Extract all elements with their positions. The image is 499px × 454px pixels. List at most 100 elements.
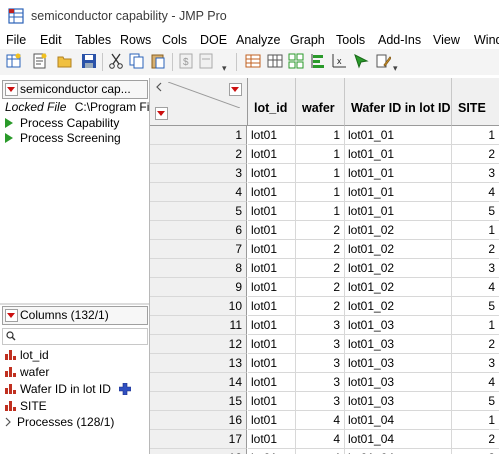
cell-lot-id[interactable]: lot01 <box>248 297 296 316</box>
menu-analyze[interactable]: Analyze <box>236 33 280 47</box>
columns-search-field[interactable] <box>2 328 148 345</box>
cell-wafer-id[interactable]: lot01_01 <box>345 126 452 145</box>
run-script-icon[interactable] <box>5 133 13 143</box>
row-number[interactable]: 5 <box>150 202 247 221</box>
table-row[interactable]: 4 lot01 1 lot01_01 4 <box>150 183 499 202</box>
copy-icon[interactable] <box>129 53 145 69</box>
cell-wafer-id[interactable]: lot01_03 <box>345 316 452 335</box>
data-grid-icon[interactable] <box>245 53 261 69</box>
table-row[interactable]: 12 lot01 3 lot01_03 2 <box>150 335 499 354</box>
cell-wafer-id[interactable]: lot01_03 <box>345 373 452 392</box>
cell-lot-id[interactable]: lot01 <box>248 449 296 454</box>
row-number[interactable]: 12 <box>150 335 247 354</box>
cell-site[interactable]: 4 <box>452 373 499 392</box>
tile-layout-icon[interactable] <box>288 53 304 69</box>
menu-tables[interactable]: Tables <box>75 33 111 47</box>
cell-site[interactable]: 1 <box>452 316 499 335</box>
row-number[interactable]: 9 <box>150 278 247 297</box>
cell-wafer-id[interactable]: lot01_01 <box>345 183 452 202</box>
menu-doe[interactable]: DOE <box>200 33 227 47</box>
cell-wafer[interactable]: 2 <box>296 297 345 316</box>
column-header-site[interactable]: SITE <box>452 78 499 126</box>
row-number[interactable]: 18 <box>150 449 247 454</box>
table-row[interactable]: 9 lot01 2 lot01_02 4 <box>150 278 499 297</box>
row-number[interactable]: 17 <box>150 430 247 449</box>
script-process-screening[interactable]: Process Screening <box>5 131 121 145</box>
table-name-header[interactable]: semiconductor cap... <box>2 80 148 99</box>
cell-wafer-id[interactable]: lot01_02 <box>345 297 452 316</box>
row-number[interactable]: 7 <box>150 240 247 259</box>
fit-x-icon[interactable]: x <box>331 53 347 69</box>
cell-wafer[interactable]: 4 <box>296 449 345 454</box>
new-data-table-icon[interactable] <box>6 53 22 69</box>
table-row[interactable]: 16 lot01 4 lot01_04 1 <box>150 411 499 430</box>
cell-lot-id[interactable]: lot01 <box>248 373 296 392</box>
row-number[interactable]: 4 <box>150 183 247 202</box>
script-process-capability[interactable]: Process Capability <box>5 116 119 130</box>
column-item-wafer-id[interactable]: Wafer ID in lot ID <box>5 382 132 396</box>
cell-site[interactable]: 1 <box>452 411 499 430</box>
cell-wafer[interactable]: 3 <box>296 373 345 392</box>
cell-site[interactable]: 1 <box>452 126 499 145</box>
menu-graph[interactable]: Graph <box>290 33 325 47</box>
cell-lot-id[interactable]: lot01 <box>248 259 296 278</box>
cell-wafer[interactable]: 3 <box>296 316 345 335</box>
cell-wafer-id[interactable]: lot01_01 <box>345 202 452 221</box>
row-number[interactable]: 16 <box>150 411 247 430</box>
cell-lot-id[interactable]: lot01 <box>248 354 296 373</box>
cell-wafer[interactable]: 2 <box>296 240 345 259</box>
row-number[interactable]: 8 <box>150 259 247 278</box>
table-row[interactable]: 17 lot01 4 lot01_04 2 <box>150 430 499 449</box>
cell-wafer-id[interactable]: lot01_03 <box>345 392 452 411</box>
cell-wafer-id[interactable]: lot01_02 <box>345 278 452 297</box>
table-row[interactable]: 2 lot01 1 lot01_01 2 <box>150 145 499 164</box>
new-script-icon[interactable] <box>32 53 48 69</box>
cell-wafer[interactable]: 1 <box>296 183 345 202</box>
grid-corner[interactable] <box>150 78 248 126</box>
menu-tools[interactable]: Tools <box>336 33 365 47</box>
cell-wafer[interactable]: 3 <box>296 392 345 411</box>
cell-site[interactable]: 4 <box>452 183 499 202</box>
menu-file[interactable]: File <box>6 33 26 47</box>
cell-wafer-id[interactable]: lot01_02 <box>345 240 452 259</box>
cell-lot-id[interactable]: lot01 <box>248 240 296 259</box>
bar-layout-icon[interactable] <box>310 53 326 69</box>
table-row[interactable]: 11 lot01 3 lot01_03 1 <box>150 316 499 335</box>
cell-wafer[interactable]: 4 <box>296 430 345 449</box>
row-number[interactable]: 13 <box>150 354 247 373</box>
cell-wafer-id[interactable]: lot01_04 <box>345 430 452 449</box>
row-number[interactable]: 1 <box>150 126 247 145</box>
cell-site[interactable]: 5 <box>452 202 499 221</box>
column-header-lot-id[interactable]: lot_id <box>248 78 296 126</box>
copy-with-labels-icon[interactable]: $ <box>178 53 194 69</box>
panel-splitter[interactable] <box>0 303 149 305</box>
cell-site[interactable]: 3 <box>452 164 499 183</box>
cell-wafer-id[interactable]: lot01_03 <box>345 335 452 354</box>
cell-wafer[interactable]: 1 <box>296 145 345 164</box>
row-number[interactable]: 14 <box>150 373 247 392</box>
cell-wafer-id[interactable]: lot01_04 <box>345 449 452 454</box>
save-icon[interactable] <box>81 53 97 69</box>
table-row[interactable]: 1 lot01 1 lot01_01 1 <box>150 126 499 145</box>
column-item-wafer[interactable]: wafer <box>5 365 49 379</box>
menu-edit[interactable]: Edit <box>40 33 62 47</box>
select-arrow-icon[interactable] <box>353 53 369 69</box>
expand-chevron-icon[interactable] <box>5 417 11 427</box>
cell-lot-id[interactable]: lot01 <box>248 316 296 335</box>
table-row[interactable]: 3 lot01 1 lot01_01 3 <box>150 164 499 183</box>
column-item-site[interactable]: SITE <box>5 399 47 413</box>
table-row[interactable]: 18lot014lot01_043 <box>150 449 499 454</box>
row-number[interactable]: 11 <box>150 316 247 335</box>
table-row[interactable]: 7 lot01 2 lot01_02 2 <box>150 240 499 259</box>
cell-lot-id[interactable]: lot01 <box>248 392 296 411</box>
cell-wafer-id[interactable]: lot01_02 <box>345 221 452 240</box>
cell-site[interactable]: 2 <box>452 335 499 354</box>
cell-lot-id[interactable]: lot01 <box>248 183 296 202</box>
cell-wafer-id[interactable]: lot01_03 <box>345 354 452 373</box>
cell-site[interactable]: 5 <box>452 392 499 411</box>
cell-wafer[interactable]: 1 <box>296 202 345 221</box>
cell-site[interactable]: 2 <box>452 145 499 164</box>
cell-site[interactable]: 3 <box>452 259 499 278</box>
cell-wafer-id[interactable]: lot01_02 <box>345 259 452 278</box>
menu-add-ins[interactable]: Add-Ins <box>378 33 421 47</box>
